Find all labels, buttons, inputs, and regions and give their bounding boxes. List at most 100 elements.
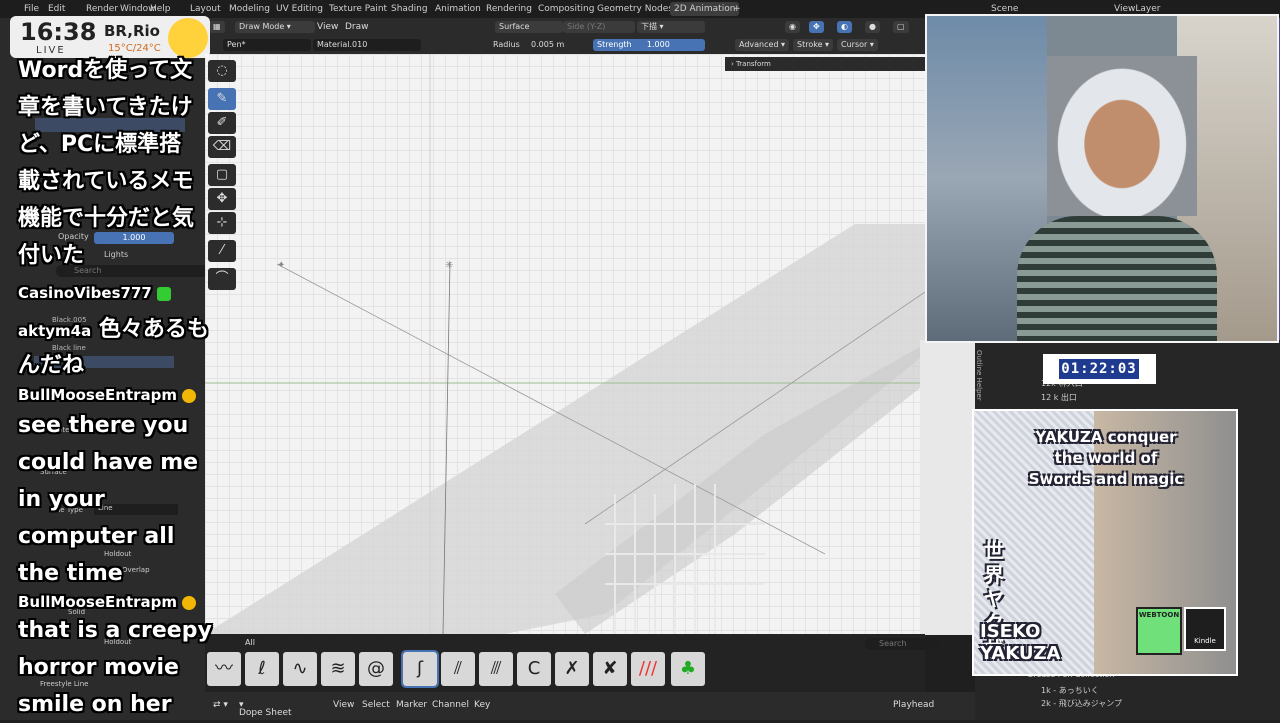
brush-asset-shelf: All Search 〰 ℓ ∿ ≋ @ ʃ ⫽ ⫻ C ✗ ✘ /// ♣ [205, 634, 939, 692]
brush-pen-icon[interactable]: ℓ [245, 652, 279, 686]
outliner-item[interactable]: 2k - 飛び込みジャンプ [1041, 698, 1122, 709]
chat-message-line: Wordを使って文 [18, 58, 193, 83]
cover-title-line3: Swords and magic [1028, 470, 1184, 488]
playhead-select[interactable]: Playhead [893, 700, 934, 710]
chat-username: aktym4a [18, 322, 92, 340]
dopesheet-header: ⇄ ▾ Dope Sheet ▾ View Select Marker Chan… [205, 692, 975, 720]
clock-time: 16:38 [20, 18, 97, 46]
brush-red-icon[interactable]: /// [631, 652, 665, 686]
empty-marker-icon-2: ✳ [445, 260, 453, 271]
brush-search-input[interactable]: Search [865, 638, 939, 650]
layer-label: 下描 [641, 22, 657, 31]
layer-select[interactable]: 下描 ▾ [637, 21, 705, 33]
tab-animation[interactable]: Animation [435, 4, 481, 14]
transform-panel-tab[interactable]: › Transform [725, 57, 925, 71]
tab-uv-editing[interactable]: UV Editing [276, 4, 323, 14]
brush-round-icon[interactable]: @ [359, 652, 393, 686]
menu-file[interactable]: File [24, 4, 39, 14]
viewlayer-selector[interactable]: ViewLayer [1114, 4, 1160, 14]
cursor-label: Cursor [841, 40, 868, 49]
tab-modeling[interactable]: Modeling [229, 4, 270, 14]
chat-overlay: Wordを使って文 章を書いてきたけ ど、PCに標準搭 載されているメモ 機能で… [18, 52, 218, 723]
strength-field[interactable]: Strength 1.000 [593, 39, 705, 51]
cover-title-line2: the world of [1054, 449, 1158, 467]
shading-icon[interactable]: ● [865, 21, 880, 33]
empty-marker-icon: ✦ [277, 260, 285, 271]
tab-layout[interactable]: Layout [190, 4, 221, 14]
dopesheet-view-menu[interactable]: View [333, 700, 354, 710]
mode-select[interactable]: Draw Mode ▾ [235, 21, 315, 33]
gizmo-icon[interactable]: ✥ [809, 21, 824, 33]
xray-icon[interactable]: ▢ [893, 21, 909, 33]
brush-pencil-icon[interactable]: ∿ [283, 652, 317, 686]
tab-texture-paint[interactable]: Texture Paint [329, 4, 387, 14]
clock-location: BR,Rio [104, 22, 160, 40]
3d-viewport[interactable]: ✦ ✳ › Transform [205, 54, 925, 634]
chat-message-line: 色々あるも [98, 317, 209, 342]
tab-geometry-nodes[interactable]: Geometry Nodes [597, 4, 673, 14]
viewport-overflow [920, 340, 975, 635]
brush-selected-icon[interactable]: ʃ [401, 650, 439, 688]
dopesheet-channel-menu[interactable]: Channel [432, 700, 469, 710]
menu-edit[interactable]: Edit [48, 4, 65, 14]
material-name: Material.010 [317, 40, 368, 49]
chat-message-line: んだね [18, 353, 85, 378]
brush-name: Pen* [227, 40, 246, 49]
filter-all[interactable]: All [245, 638, 255, 647]
chat-message-line: 機能で十分だと気 [18, 206, 195, 231]
transform-label: Transform [736, 60, 771, 68]
outliner-item[interactable]: 1k - あっちいく [1041, 685, 1099, 696]
strength-label: Strength [597, 40, 632, 49]
chat-message-line: ど、PCに標準搭 [18, 132, 182, 157]
brush-tint-icon[interactable]: C [517, 652, 551, 686]
stroke-select[interactable]: Stroke ▾ [793, 39, 834, 51]
draw-menu[interactable]: Draw [345, 22, 369, 32]
tab-2d-animation[interactable]: 2D Animation [670, 2, 740, 16]
dopesheet-key-menu[interactable]: Key [474, 700, 490, 710]
chat-message-line: in your [18, 487, 105, 512]
surface-label: Surface [499, 22, 530, 31]
brush-select[interactable]: Pen* [223, 39, 311, 51]
radius-field[interactable]: 0.005 m [531, 40, 564, 49]
dopesheet-select-menu[interactable]: Select [362, 700, 390, 710]
tab-shading[interactable]: Shading [391, 4, 428, 14]
dopesheet-mode-select[interactable]: Dope Sheet ▾ [239, 700, 292, 718]
chat-message-line: horror movie [18, 655, 179, 680]
menu-render[interactable]: Render [86, 4, 118, 14]
draw-mode-label: Draw Mode [239, 22, 285, 31]
menu-help[interactable]: Help [150, 4, 171, 14]
stroke-label: Stroke [797, 40, 823, 49]
brush-red-cross-icon[interactable]: ✘ [593, 652, 627, 686]
cursor-select[interactable]: Cursor ▾ [837, 39, 878, 51]
placement-select[interactable]: Surface [495, 21, 563, 33]
add-workspace-icon[interactable]: + [733, 4, 741, 14]
outliner-item[interactable]: 12 k 出口 [1041, 392, 1077, 403]
brush-hatch-icon[interactable]: ⫻ [479, 652, 513, 686]
cover-title: YAKUZA conquer the world of Swords and m… [986, 427, 1226, 490]
view-menu[interactable]: View [317, 22, 338, 32]
tab-rendering[interactable]: Rendering [486, 4, 532, 14]
timer-value: 01:22:03 [1059, 359, 1139, 379]
outline-helper-tab[interactable]: Outline Helper [973, 350, 983, 410]
brush-green-icon[interactable]: ♣ [671, 652, 705, 686]
tab-compositing[interactable]: Compositing [538, 4, 594, 14]
radius-label: Radius [493, 40, 520, 49]
brush-marker-icon[interactable]: ≋ [321, 652, 355, 686]
badge-icon [182, 388, 197, 403]
chat-message-line: computer all [18, 524, 175, 549]
visibility-icon[interactable]: ◉ [785, 21, 800, 33]
brush-airbrush-icon[interactable]: ⫽ [441, 652, 475, 686]
scene-selector[interactable]: Scene [991, 4, 1018, 14]
brush-cross-icon[interactable]: ✗ [555, 652, 589, 686]
advanced-select[interactable]: Advanced ▾ [735, 39, 790, 51]
chat-message-line: 載されているメモ [18, 169, 194, 194]
overlay-icon[interactable]: ◐ [837, 21, 852, 33]
drawing-plane-select[interactable]: Side (Y-Z) [563, 21, 635, 33]
webcam-feed [925, 14, 1279, 343]
chat-message-line: 章を書いてきたけ [18, 95, 193, 120]
editor-type-icon[interactable]: ▦ [209, 21, 225, 33]
material-select[interactable]: Material.010 [313, 39, 421, 51]
dopesheet-marker-menu[interactable]: Marker [396, 700, 427, 710]
emote-icon [157, 286, 172, 301]
cover-bottom-line2: YAKUZA [980, 643, 1061, 664]
